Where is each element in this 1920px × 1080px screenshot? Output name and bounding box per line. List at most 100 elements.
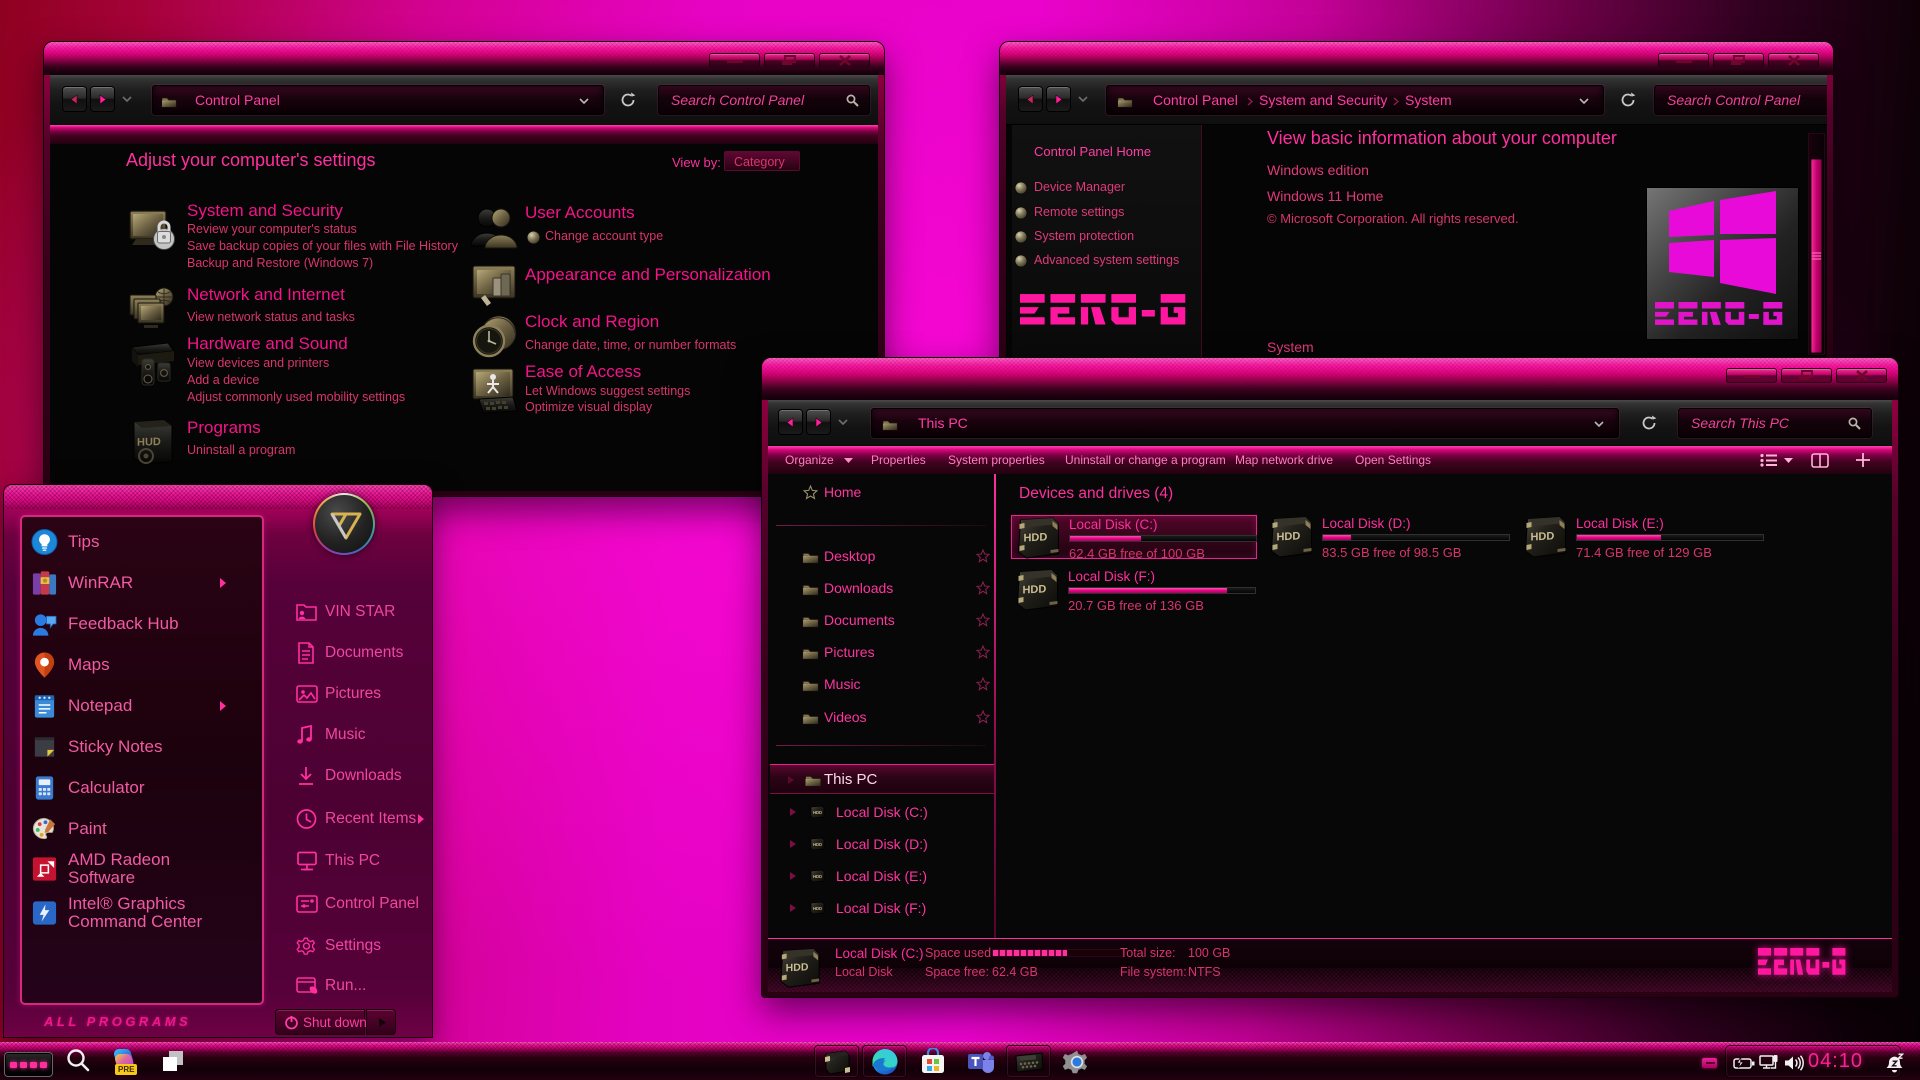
win2-maximize-button[interactable] [1713,53,1764,68]
command-organize[interactable]: Organize [785,453,834,467]
view-list-icon[interactable] [1760,453,1778,467]
taskbar-clock[interactable]: 04:10 [1808,1050,1863,1073]
nav-downloads[interactable]: Downloads [824,580,893,596]
win1-viewby-dropdown[interactable]: Category [724,151,800,171]
win1-search-box[interactable]: Search Control Panel [658,85,870,115]
win2-sidebar-item[interactable]: Remote settings [1034,205,1124,219]
all-programs-label[interactable]: ALL PROGRAMS [44,1014,191,1029]
task-view-icon[interactable] [160,1048,186,1074]
start-button[interactable] [4,1052,53,1077]
win3-minimize-button[interactable] [1726,368,1777,383]
start-right-recent-items[interactable]: Recent Items [290,799,426,839]
start-app-feedback-hub[interactable]: Feedback Hub [16,604,234,644]
nav-home[interactable]: Home [824,484,861,500]
win1-breadcrumb[interactable]: Control Panel [195,92,280,108]
win1-refresh-icon[interactable] [620,92,636,108]
win2-sidebar-item[interactable]: System protection [1034,229,1134,243]
start-right-vinstar[interactable]: VIN STAR [290,592,426,632]
devices-group-heading[interactable]: Devices and drives (4) [1019,485,1173,503]
start-app-winrar[interactable]: WinRAR [16,563,234,603]
win3-search-icon[interactable] [1848,417,1861,430]
start-right-downloads[interactable]: Downloads [290,756,426,796]
command-organize-dropdown-icon[interactable] [844,458,853,464]
win2-crumb-system[interactable]: System [1405,92,1452,108]
win2-sidebar-item[interactable]: Advanced system settings [1034,253,1179,267]
start-app-maps[interactable]: Maps [16,645,234,685]
win1-forward-button[interactable] [90,86,115,112]
start-right-run[interactable]: Run... [290,966,426,1006]
shutdown-arrow-button[interactable] [366,1009,396,1035]
win3-nav-dropdown-icon[interactable] [838,419,848,425]
category-link[interactable]: Adjust commonly used mobility settings [187,390,405,404]
win1-address-bar[interactable]: Control Panel [152,85,604,115]
taskbar-app-store[interactable] [910,1045,955,1078]
clock-region-icon[interactable] [469,313,519,361]
win3-address-bar[interactable]: This PC [871,408,1619,438]
win2-close-button[interactable] [1768,53,1819,68]
win3-close-button[interactable] [1836,368,1887,383]
win3-search-box[interactable]: Search This PC [1678,408,1872,438]
drive-tile-e[interactable]: Local Disk (E:) 71.4 GB free of 129 GB [1519,515,1765,559]
win2-sidebar-item[interactable]: Device Manager [1034,180,1125,194]
start-right-documents[interactable]: Documents [290,633,426,673]
start-right-pictures[interactable]: Pictures [290,674,426,714]
taskbar-app-file-box[interactable] [814,1045,859,1078]
win2-scrollbar[interactable] [1808,133,1825,355]
nav-thispc[interactable]: This PC [824,771,877,788]
win2-nav-dropdown-icon[interactable] [1078,96,1088,102]
category-title[interactable]: Appearance and Personalization [525,265,771,285]
battery-icon[interactable] [1733,1056,1755,1070]
pin-star-icon[interactable] [976,613,990,627]
nav-desktop[interactable]: Desktop [824,548,875,564]
programs-icon[interactable]: HUD [130,418,176,466]
hardware-sound-icon[interactable] [128,341,178,387]
network-internet-icon[interactable] [128,287,178,331]
win3-address-dropdown-icon[interactable] [1594,421,1604,427]
category-link[interactable]: View devices and printers [187,356,329,370]
pin-star-icon[interactable] [976,677,990,691]
category-title[interactable]: Ease of Access [525,362,641,382]
command-properties[interactable]: Properties [871,453,926,467]
drive-tile-d[interactable]: Local Disk (D:) 83.5 GB free of 98.5 GB [1265,515,1511,559]
nav-drive-c[interactable]: Local Disk (C:) [836,804,928,820]
category-title[interactable]: Programs [187,418,261,438]
command-uninstall[interactable]: Uninstall or change a program [1065,453,1226,467]
win3-breadcrumb[interactable]: This PC [918,415,968,431]
start-app-paint[interactable]: Paint [16,809,234,849]
network-icon[interactable] [1759,1054,1779,1072]
preview-pane-icon[interactable] [1811,453,1829,468]
pin-star-icon[interactable] [976,549,990,563]
category-link[interactable]: Change account type [545,229,663,243]
win2-sidebar-home[interactable]: Control Panel Home [1034,144,1151,159]
nav-music[interactable]: Music [824,676,861,692]
category-title[interactable]: Network and Internet [187,285,345,305]
category-link[interactable]: View network status and tasks [187,310,355,324]
win3-maximize-button[interactable] [1781,368,1832,383]
nav-drive-d[interactable]: Local Disk (D:) [836,836,928,852]
category-title[interactable]: User Accounts [525,203,635,223]
category-link[interactable]: Add a device [187,373,259,387]
category-link[interactable]: Optimize visual display [525,400,652,414]
nav-thispc-row[interactable]: This PC [770,764,994,794]
start-app-notepad[interactable]: Notepad [16,686,234,726]
taskbar-copilot-button[interactable]: PRE [108,1046,140,1078]
category-title[interactable]: Clock and Region [525,312,659,332]
category-title[interactable]: System and Security [187,201,343,221]
win2-forward-button[interactable] [1046,86,1071,112]
win1-minimize-button[interactable] [709,53,760,68]
nav-documents[interactable]: Documents [824,612,895,628]
taskbar-search-icon[interactable] [66,1048,91,1073]
start-right-settings[interactable]: Settings [290,926,426,966]
start-app-calculator[interactable]: Calculator [16,768,234,808]
taskbar-app-edge[interactable] [862,1045,907,1078]
win2-minimize-button[interactable] [1658,53,1709,68]
system-security-icon[interactable] [128,209,178,255]
start-app-amd-radeon[interactable]: AMD Radeon Software [16,847,234,891]
start-right-thispc[interactable]: This PC [290,841,426,881]
add-new-icon[interactable] [1855,452,1871,468]
category-link[interactable]: Change date, time, or number formats [525,338,736,352]
win3-refresh-icon[interactable] [1641,415,1657,431]
shutdown-button[interactable]: Shut down [275,1009,365,1035]
command-open-settings[interactable]: Open Settings [1355,453,1431,467]
drive-tile-f[interactable]: Local Disk (F:) 20.7 GB free of 136 GB [1011,568,1257,612]
